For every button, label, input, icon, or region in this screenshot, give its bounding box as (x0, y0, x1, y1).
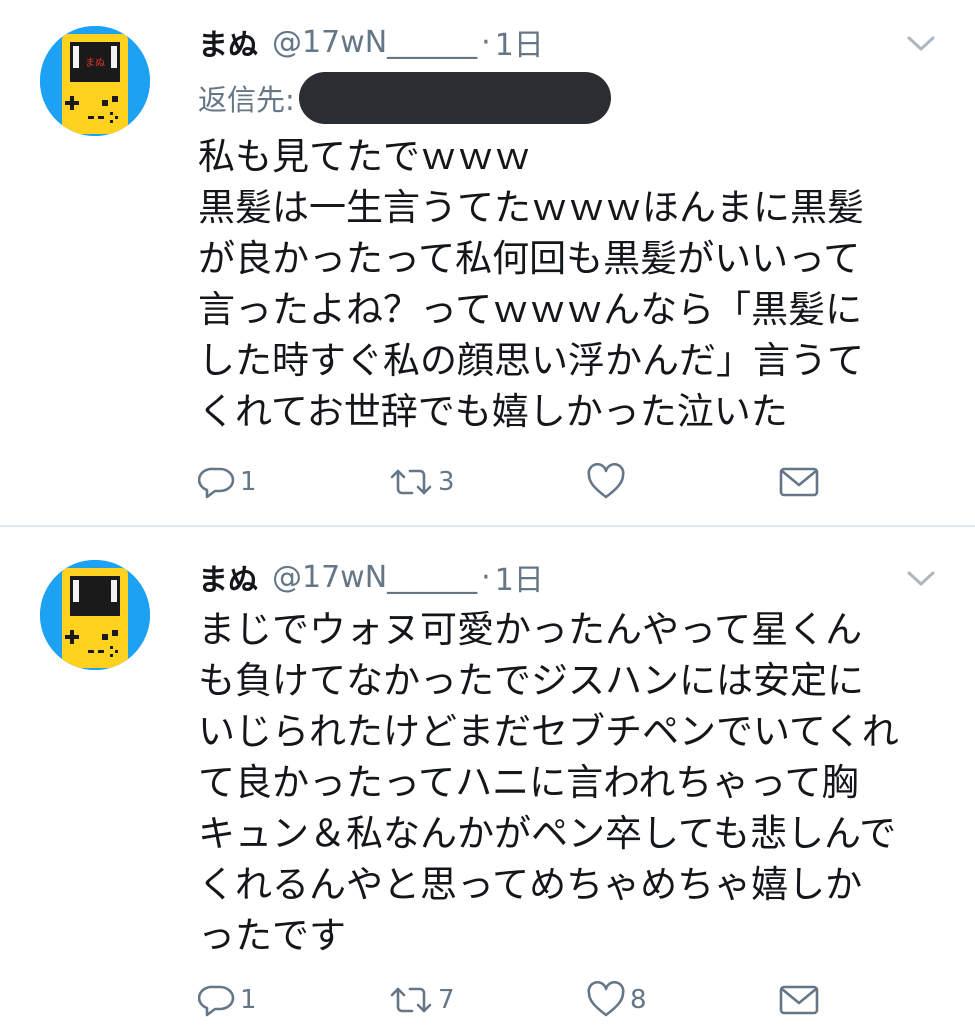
display-name[interactable]: まぬ (198, 555, 258, 599)
avatar[interactable]: まぬ (40, 26, 150, 136)
tweet-text-line: いじられたけどまだセブチペンでいてくれ (198, 710, 899, 753)
like-button[interactable] (586, 457, 630, 507)
tweet-header: まぬ @17wN______ · 1日 (198, 20, 544, 64)
gameboy-avatar-icon (40, 560, 150, 670)
tweet-text: 私も見てたでｗｗｗ 黒髪は一生言うてたｗｗｗほんまに黒髪 が良かったって私何回も… (198, 131, 948, 437)
like-button[interactable]: 8 (586, 975, 647, 1025)
retweet-icon (390, 987, 432, 1013)
separator-dot: · (481, 559, 491, 595)
direct-message-button[interactable] (778, 457, 820, 507)
display-name[interactable]: まぬ (198, 20, 258, 64)
tweet-text-line: ったです (198, 914, 346, 957)
tweet-text-line: 黒髪は一生言うてたｗｗｗほんまに黒髪 (198, 186, 864, 229)
like-icon (587, 463, 625, 499)
redacted-username (298, 72, 611, 124)
tweet-text: まじでウォヌ可愛かったんやって星くん も負けてなかったでジスハンには安定に いじ… (198, 604, 948, 961)
reply-button[interactable]: 1 (198, 457, 257, 507)
tweet-text-line: キュン＆私なんかがペン卒しても悲しんで (198, 812, 897, 855)
tweet-text-line: くれるんやと思ってめちゃめちゃ嬉しか (198, 863, 863, 906)
retweet-count: 3 (438, 467, 455, 497)
tweet[interactable]: まぬ まぬ @17wN______ · 1日 返信先: 私も見てたでｗｗｗ 黒髪… (0, 0, 975, 525)
reply-icon (198, 985, 235, 1017)
timestamp[interactable]: 1日 (495, 555, 544, 599)
like-count: 8 (630, 985, 647, 1015)
avatar-label: まぬ (85, 57, 105, 69)
tweet-text-line: て良かったってハニに言われちゃって胸 (198, 761, 859, 804)
retweet-count: 7 (438, 985, 455, 1015)
reply-count: 1 (240, 467, 257, 497)
reply-button[interactable]: 1 (198, 975, 257, 1025)
user-handle[interactable]: @17wN______ (272, 560, 477, 595)
reply-count: 1 (240, 985, 257, 1015)
tweet-text-line: した時すぐ私の顔思い浮かんだ」言うて (198, 339, 864, 382)
retweet-icon (390, 469, 432, 495)
like-icon (587, 981, 625, 1017)
avatar[interactable] (40, 560, 150, 670)
tweet-text-line: が良かったって私何回も黒髪がいいって (198, 237, 861, 280)
reply-to-label: 返信先: (198, 83, 295, 117)
gameboy-avatar-icon: まぬ (40, 26, 150, 136)
tweet-text-line: 言ったよね？ってｗｗｗんなら「黒髪に (198, 288, 863, 331)
tweet-text-line: まじでウォヌ可愛かったんやって星くん (198, 608, 863, 651)
separator-dot: · (481, 24, 491, 60)
user-handle[interactable]: @17wN______ (272, 25, 477, 60)
direct-message-icon (779, 467, 819, 497)
direct-message-icon (779, 985, 819, 1015)
retweet-button[interactable]: 7 (388, 975, 455, 1025)
reply-to: 返信先: (198, 72, 611, 124)
direct-message-button[interactable] (778, 975, 820, 1025)
tweet-text-line: も負けてなかったでジスハンには安定に (198, 659, 864, 702)
chevron-down-icon[interactable] (906, 569, 936, 589)
tweet-text-line: くれてお世辞でも嬉しかった泣いた (198, 390, 788, 433)
tweet-header: まぬ @17wN______ · 1日 (198, 555, 544, 599)
timestamp[interactable]: 1日 (495, 20, 544, 64)
tweet[interactable]: まぬ @17wN______ · 1日 まじでウォヌ可愛かったんやって星くん も… (0, 527, 975, 1024)
chevron-down-icon[interactable] (906, 34, 936, 54)
retweet-button[interactable]: 3 (388, 457, 455, 507)
reply-icon (198, 467, 235, 499)
tweet-text-line: 私も見てたでｗｗｗ (198, 135, 531, 178)
